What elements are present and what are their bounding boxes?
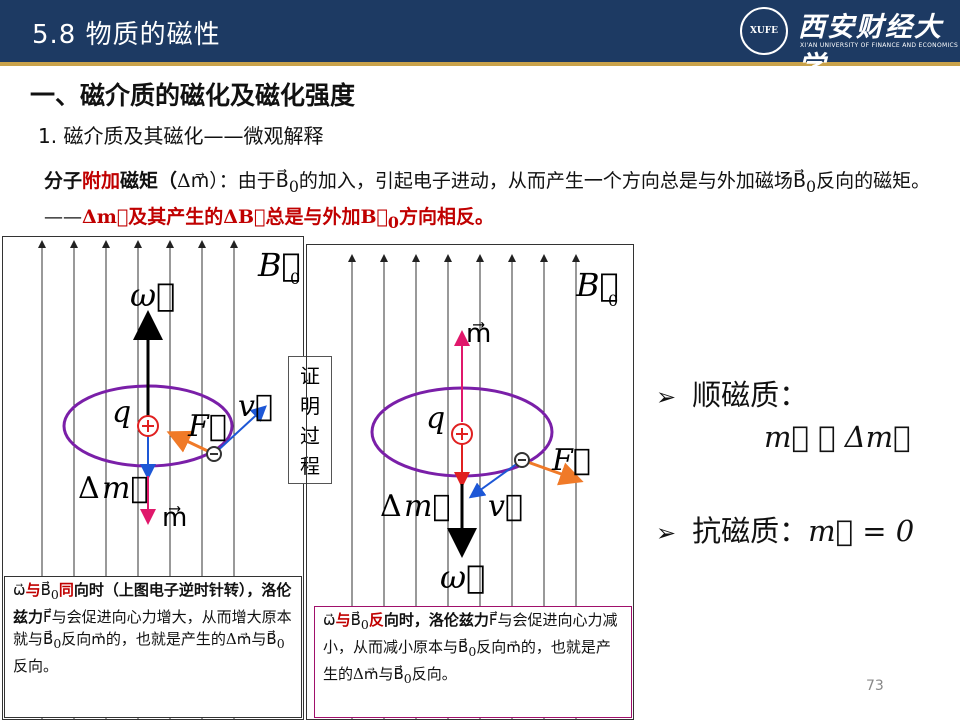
para-mid2: 的加入，引起电子进动，从而产生一个方向总是与外加磁场 [298,170,793,192]
cap-r-t5: 与 [378,665,394,683]
list-item-paramagnetic: ➢ 顺磁质： [656,372,808,414]
left-label-v: v⃗ [238,389,273,424]
cap-r-sub-3: 0 [403,671,412,686]
left-label-dm-delta: Δ [78,471,100,506]
cap-l-t6: 反向。 [13,657,59,675]
cap-l-sub: 0 [50,587,59,602]
right-label-q: q [426,401,445,436]
para-red-conclusion-b: 方向相反。 [398,205,494,228]
cap-r-t6: 反向。 [411,665,457,683]
intro-paragraph: 分子附加磁矩（Δm⃗）：由于B⃗0的加入，引起电子进动，从而产生一个方向总是与外… [44,166,949,238]
para-dm-symbol: Δm⃗ [177,170,210,192]
cap-l-sub-3: 0 [276,636,285,651]
right-label-m: m⃗ [466,319,491,349]
paramagnetic-formula: m⃗ ≫ Δm⃗ [764,420,911,454]
cap-r-dm: Δm⃗ [353,665,379,683]
cap-r-m: m⃗ [506,638,521,656]
cap-l-t5: 与 [251,630,267,648]
cap-r-b-3: B⃗ [393,665,404,683]
right-label-omega: ω⃗ [440,558,485,596]
heading-level2: 1. 磁介质及其磁化——微观解释 [38,124,324,148]
page-number: 73 [866,678,884,694]
heading-level1: 一、磁介质的磁化及磁化强度 [30,81,356,110]
cap-r-f: F⃗ [488,611,498,629]
right-label-v: v⃗ [488,489,523,524]
bullet-arrow-icon: ➢ [656,519,677,547]
right-label-dm-delta: Δ [380,489,402,524]
cap-r-t3: 反向 [476,638,507,656]
cap-r-b: B⃗ [350,611,361,629]
cap-l-red2: 同 [58,581,74,599]
right-label-dm-m: m⃗ [404,489,450,524]
cap-l-b: B⃗ [40,581,51,599]
left-label-f: F⃗ [187,409,227,444]
para-red-b0-sub: 0 [387,212,399,232]
para-red-b0: B⃗ [360,205,388,228]
cap-l-red1: 与 [25,581,41,599]
cap-r-b-2: B⃗ [458,638,469,656]
right-label-b0-sub: 0 [608,291,618,310]
diamagnetic-label: 抗磁质： [692,514,809,548]
cap-l-t3: 反向 [61,630,92,648]
university-logo-icon: XUFE [740,7,788,55]
list-item-diamagnetic: ➢ 抗磁质：m⃗ = 0 [656,508,914,550]
para-b0-sub: 0 [288,176,299,196]
left-label-omega: ω⃗ [130,276,175,314]
cap-r-omega: ω⃗ [323,611,336,629]
cap-l-b-3: B⃗ [266,630,277,648]
para-red-conclusion-a: Δm⃗及其产生的ΔB⃗总是与外加 [82,205,361,228]
diamagnetic-formula: m⃗ = 0 [808,514,915,548]
left-label-q: q [112,395,131,430]
cap-l-m: m⃗ [91,630,106,648]
left-label-dm-m: m⃗ [102,471,148,506]
left-label-b0-sub: 0 [290,269,300,288]
university-name-en: XI'AN UNIVERSITY OF FINANCE AND ECONOMIC… [800,42,959,49]
para-b0-symbol: B⃗ [275,170,289,192]
para-lead-a: 分子 [44,170,83,192]
left-label-m: m⃗ [162,503,187,533]
paramagnetic-label: 顺磁质： [692,378,809,412]
cap-r-t1: 向时，洛伦兹力 [383,611,489,629]
para-lead-b: 磁矩（ [120,170,178,192]
para-b0-symbol-2: B⃗ [792,170,806,192]
cap-r-red2: 反 [368,611,384,629]
cap-l-omega: ω⃗ [13,581,26,599]
right-label-f: F⃗ [551,443,591,478]
cap-l-f: F⃗ [43,608,52,626]
logo-badge-text: XUFE [749,26,779,36]
cap-r-red1: 与 [335,611,351,629]
left-caption: ω⃗与B⃗0同向时（上图电子逆时针转），洛伦兹力F⃗与会促进向心力增大，从而增大… [4,576,302,718]
cap-l-b-2: B⃗ [43,630,54,648]
para-lead-red: 附加 [82,170,121,192]
para-b0-sub-2: 0 [805,176,817,196]
para-mid1: ）：由于 [209,170,276,192]
cap-r-sub: 0 [360,617,369,632]
right-caption: ω⃗与B⃗0反向时，洛伦兹力F⃗与会促进向心力减小，从而减小原本与B⃗0反向m⃗… [314,606,632,718]
slide-section-title: 5.8 物质的磁性 [32,20,221,50]
bullet-arrow-icon: ➢ [656,383,677,411]
cap-l-t4: 的，也就是产生的 [105,630,226,648]
cap-l-dm: Δm⃗ [225,630,252,648]
